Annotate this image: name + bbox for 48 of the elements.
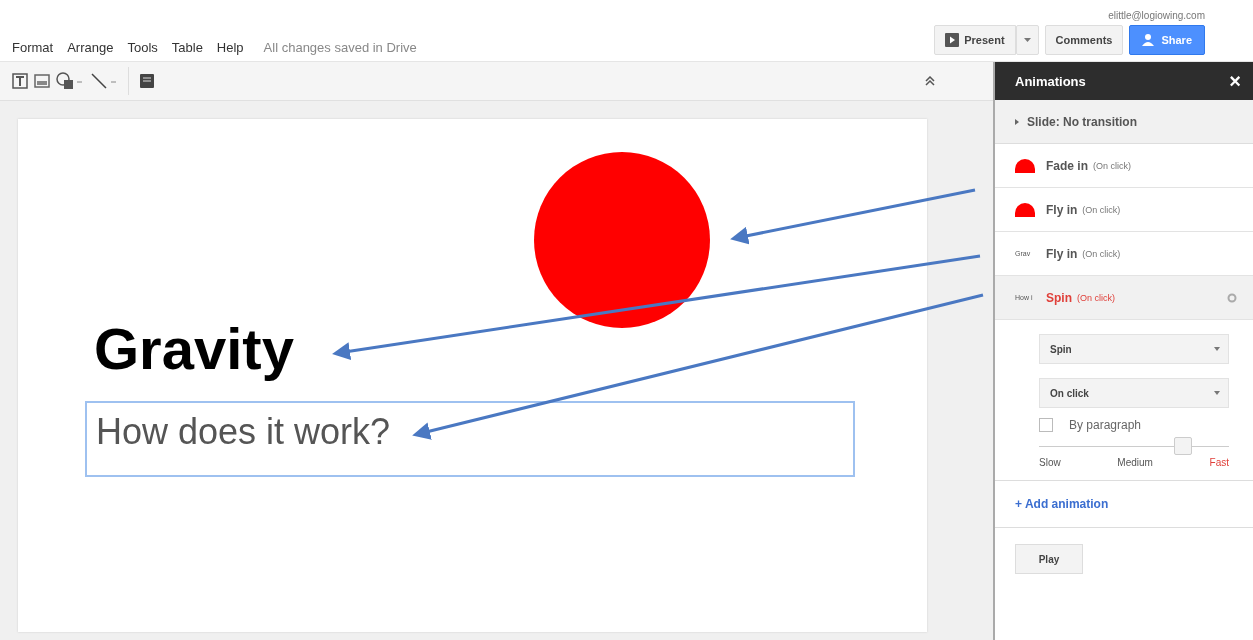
caret-icon: [1214, 391, 1220, 395]
menu-item[interactable]: Format: [12, 40, 54, 55]
image-icon[interactable]: [34, 73, 50, 89]
collapse-icon[interactable]: [925, 76, 935, 86]
effect-label: Spin: [1046, 290, 1072, 305]
save-status: All changes saved in Drive: [263, 40, 417, 55]
speed-label: Slow: [1039, 457, 1061, 468]
menu-item[interactable]: Help: [216, 40, 244, 55]
checkbox[interactable]: [1039, 418, 1053, 432]
trigger-label: (On click): [1077, 292, 1115, 303]
play-button[interactable]: Play: [1015, 544, 1083, 574]
present-button[interactable]: Present: [934, 25, 1016, 55]
menu-item[interactable]: Table: [171, 40, 203, 55]
account-email[interactable]: elittle@logiowing.com: [1108, 10, 1205, 21]
menu-item[interactable]: Arrange: [67, 40, 114, 55]
person-icon: [1142, 34, 1157, 46]
speed-label: Medium: [1117, 457, 1153, 468]
caret-icon: [1023, 38, 1031, 42]
comments-button[interactable]: Comments: [1044, 25, 1124, 55]
trigger-label: (On click): [1082, 204, 1121, 215]
text-box-icon[interactable]: [12, 73, 28, 89]
expand-arrow-icon: [1015, 118, 1019, 125]
line-icon[interactable]: [90, 72, 118, 90]
transition-label: Slide: No transition: [1027, 114, 1137, 129]
trigger-label: (On click): [1082, 248, 1121, 259]
slide-subtitle: How does it work?: [96, 411, 391, 452]
effect-label: Fly in: [1046, 202, 1078, 217]
comment-icon[interactable]: [139, 73, 155, 89]
close-button[interactable]: ×: [1229, 69, 1241, 93]
speed-slider-thumb[interactable]: [1174, 437, 1193, 455]
panel-title: Animations: [1015, 73, 1086, 89]
effect-dropdown[interactable]: Spin: [1039, 334, 1229, 364]
speed-label: Fast: [1209, 457, 1229, 468]
semicircle-thumbnail: [1015, 158, 1035, 173]
shape-icon[interactable]: [56, 72, 84, 90]
semicircle-thumbnail: [1015, 202, 1035, 217]
play-icon: [945, 33, 960, 47]
effect-label: Fade in: [1046, 158, 1088, 173]
trigger-label: (On click): [1093, 160, 1131, 171]
menu-item[interactable]: Tools: [127, 40, 158, 55]
trigger-dropdown[interactable]: On click: [1039, 378, 1229, 408]
caret-icon: [1214, 347, 1220, 351]
transition-row[interactable]: Slide: No transition: [995, 100, 1253, 144]
slide-title: Gravity: [94, 315, 294, 382]
effect-label: Fly in: [1046, 246, 1078, 261]
add-animation-link[interactable]: + Add animation: [1015, 497, 1109, 511]
checkbox-label: By paragraph: [1069, 418, 1142, 432]
subtitle-text-box[interactable]: How does it work?: [85, 401, 855, 477]
